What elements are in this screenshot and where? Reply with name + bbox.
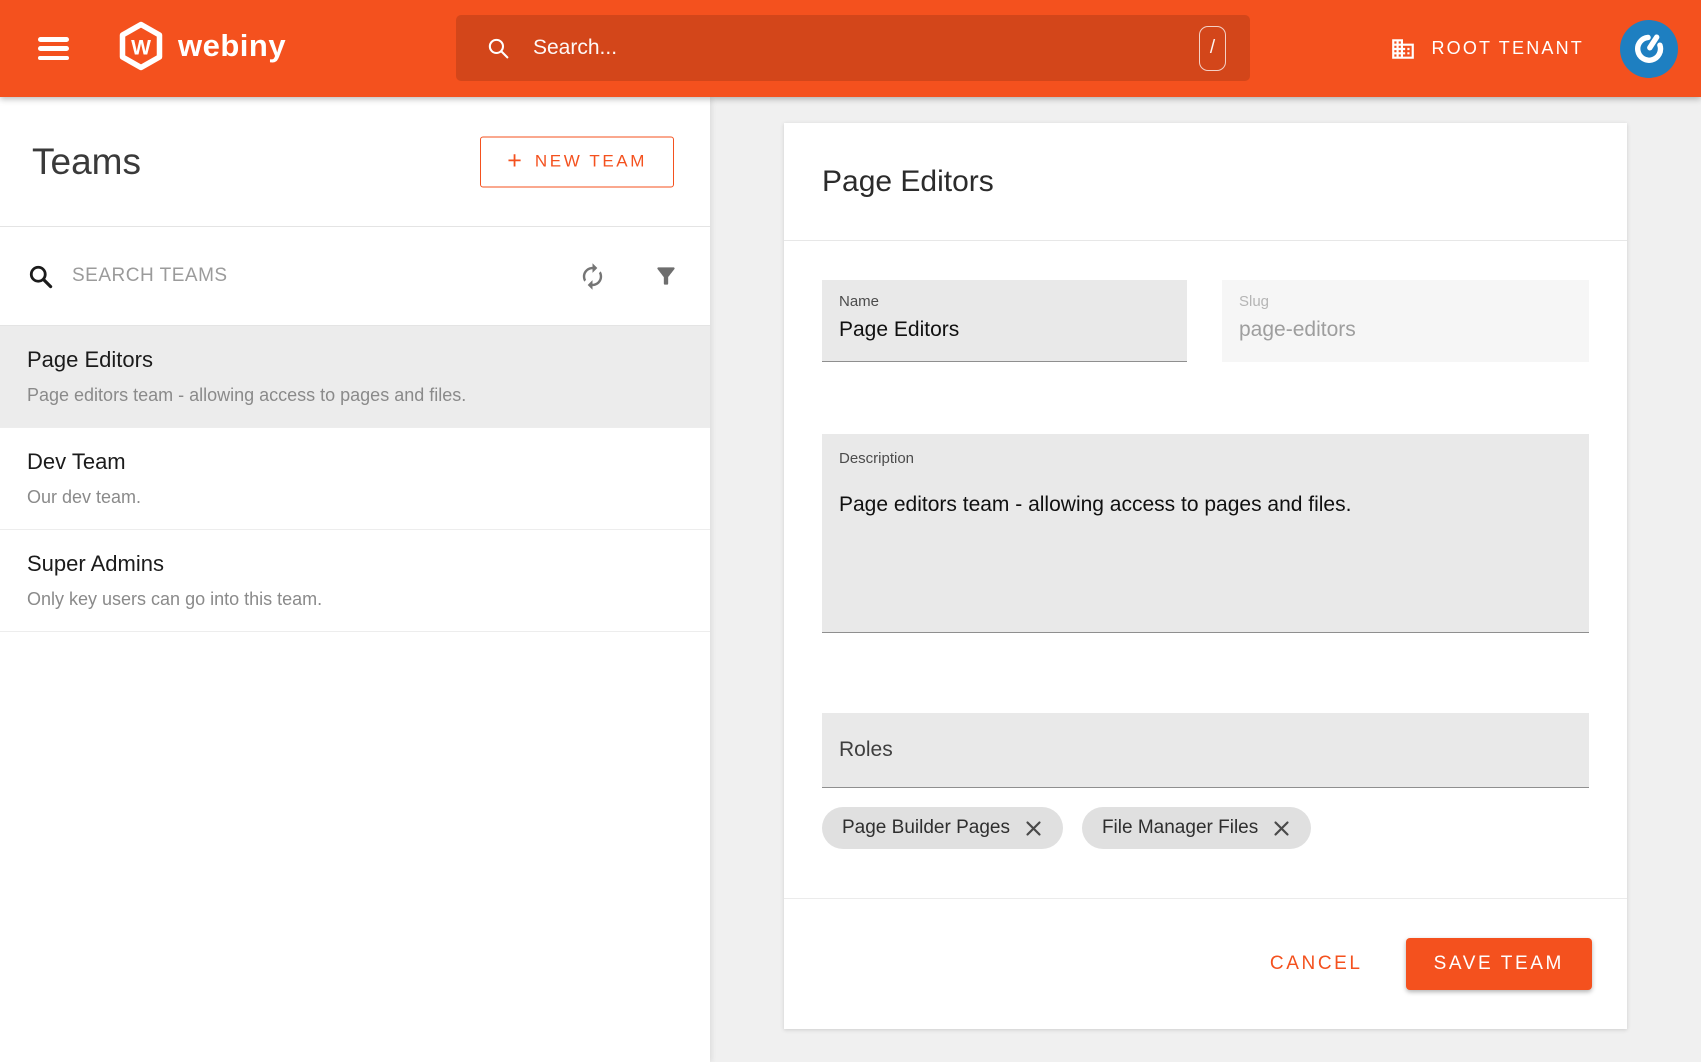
close-icon xyxy=(1024,819,1043,838)
team-name: Super Admins xyxy=(27,551,680,577)
close-icon xyxy=(1272,819,1291,838)
team-form: Name Page Editors Slug page-editors Desc… xyxy=(784,280,1627,849)
description-field-label: Description xyxy=(839,450,1572,467)
roles-field[interactable]: Roles xyxy=(822,713,1589,788)
slug-field-label: Slug xyxy=(1239,293,1572,310)
slug-field-value: page-editors xyxy=(1239,318,1572,342)
role-chip-file-manager-files: File Manager Files xyxy=(1082,807,1311,849)
filter-button[interactable] xyxy=(653,263,679,289)
brand-wordmark: webiny xyxy=(178,28,286,64)
logo-letter: W xyxy=(131,37,151,60)
user-avatar[interactable] xyxy=(1620,20,1678,78)
tenant-label: ROOT TENANT xyxy=(1431,38,1584,59)
refresh-button[interactable] xyxy=(578,262,607,291)
team-list-item-page-editors[interactable]: Page Editors Page editors team - allowin… xyxy=(0,326,710,428)
description-field-value: Page editors team - allowing access to p… xyxy=(839,493,1572,517)
refresh-icon xyxy=(578,262,607,291)
team-detail-title: Page Editors xyxy=(822,165,994,199)
save-team-button[interactable]: SAVE TEAM xyxy=(1406,938,1592,990)
page-title: Teams xyxy=(32,141,141,183)
remove-role-button[interactable] xyxy=(1272,819,1291,838)
teams-list: Page Editors Page editors team - allowin… xyxy=(0,326,710,632)
team-description: Our dev team. xyxy=(27,487,680,508)
team-detail-header: Page Editors xyxy=(784,123,1627,241)
roles-field-label: Roles xyxy=(839,738,893,762)
role-chip-label: Page Builder Pages xyxy=(842,817,1010,839)
search-icon xyxy=(486,36,511,61)
filter-funnel-icon xyxy=(653,263,679,289)
team-name: Page Editors xyxy=(27,347,680,373)
topbar-right: ROOT TENANT xyxy=(1390,0,1678,97)
description-field[interactable]: Description Page editors team - allowing… xyxy=(822,434,1589,633)
name-field[interactable]: Name Page Editors xyxy=(822,280,1187,362)
slug-field: Slug page-editors xyxy=(1222,280,1589,362)
form-actions: CANCEL SAVE TEAM xyxy=(784,898,1627,1029)
remove-role-button[interactable] xyxy=(1024,819,1043,838)
teams-panel: Teams + NEW TEAM Page Editors Page edito… xyxy=(0,97,710,1062)
teams-panel-header: Teams + NEW TEAM xyxy=(0,97,710,227)
new-team-button-label: NEW TEAM xyxy=(535,152,647,172)
role-chip-label: File Manager Files xyxy=(1102,817,1258,839)
webiny-logo: W webiny xyxy=(118,21,286,71)
name-field-value: Page Editors xyxy=(839,318,1170,342)
slash-shortcut-badge: / xyxy=(1199,26,1226,71)
cancel-button[interactable]: CANCEL xyxy=(1270,953,1363,975)
global-search-bar[interactable]: / xyxy=(456,15,1250,81)
role-chip-page-builder-pages: Page Builder Pages xyxy=(822,807,1063,849)
new-team-button[interactable]: + NEW TEAM xyxy=(480,136,674,187)
power-avatar-icon xyxy=(1624,24,1674,74)
team-detail-card: Page Editors Name Page Editors Slug page… xyxy=(784,123,1627,1029)
webiny-logo-hexagon-icon: W xyxy=(118,21,164,71)
team-name: Dev Team xyxy=(27,449,680,475)
plus-icon: + xyxy=(507,146,522,175)
team-description: Page editors team - allowing access to p… xyxy=(27,385,680,406)
teams-search-input[interactable] xyxy=(72,265,578,287)
name-field-label: Name xyxy=(839,293,1170,310)
topbar: W webiny / ROOT TENANT xyxy=(0,0,1701,97)
teams-search-row xyxy=(0,227,710,326)
team-list-item-dev-team[interactable]: Dev Team Our dev team. xyxy=(0,428,710,530)
roles-chips: Page Builder Pages File Manager Files xyxy=(822,807,1589,849)
menu-icon[interactable] xyxy=(38,37,69,60)
tenant-selector[interactable]: ROOT TENANT xyxy=(1390,36,1584,62)
building-icon xyxy=(1390,36,1416,62)
team-detail-area: Page Editors Name Page Editors Slug page… xyxy=(710,97,1701,1062)
search-icon xyxy=(27,263,54,290)
global-search-input[interactable] xyxy=(533,36,1199,60)
team-list-item-super-admins[interactable]: Super Admins Only key users can go into … xyxy=(0,530,710,632)
team-description: Only key users can go into this team. xyxy=(27,589,680,610)
